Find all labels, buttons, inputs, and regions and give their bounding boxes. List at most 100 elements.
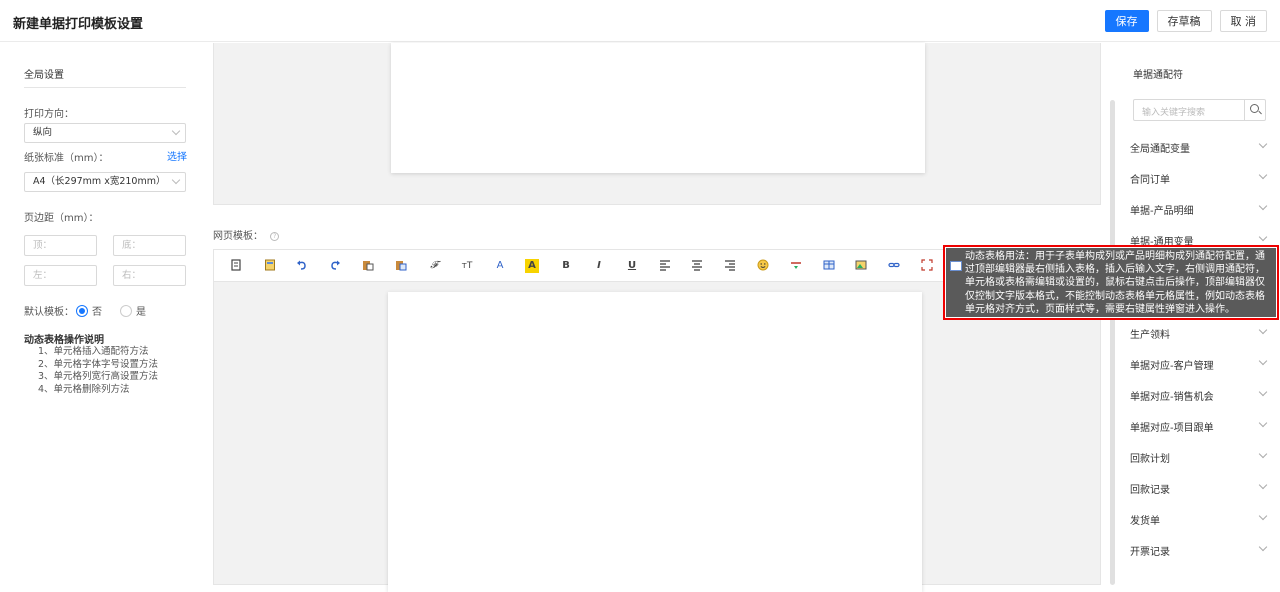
margin-bottom-input[interactable]: 底： bbox=[113, 235, 186, 256]
paper-value: A4（长297mm x宽210mm） bbox=[33, 176, 166, 187]
wildcard-group[interactable]: 单据对应-项目跟单 bbox=[1130, 417, 1268, 435]
search-icon bbox=[1250, 104, 1259, 113]
chevron-down-icon bbox=[1258, 542, 1268, 552]
highlight-color-icon[interactable]: A bbox=[525, 259, 539, 273]
help-item[interactable]: 1、单元格插入通配符方法 bbox=[38, 346, 158, 359]
vertical-scrollbar[interactable] bbox=[1110, 100, 1115, 585]
divider bbox=[24, 87, 186, 88]
margin-top-input[interactable]: 顶： bbox=[24, 235, 97, 256]
header-bar: 新建单据打印模板设置 保存 存草稿 取 消 bbox=[0, 0, 1280, 42]
underline-icon[interactable]: U bbox=[625, 259, 639, 273]
save-draft-button[interactable]: 存草稿 bbox=[1156, 10, 1212, 32]
paper-select[interactable]: A4（长297mm x宽210mm） bbox=[24, 172, 186, 192]
chevron-down-icon bbox=[1258, 449, 1268, 459]
chevron-down-icon bbox=[171, 175, 181, 185]
wildcard-group-label: 单据对应-销售机会 bbox=[1130, 392, 1214, 403]
redo-icon[interactable] bbox=[328, 259, 342, 273]
help-list: 1、单元格插入通配符方法 2、单元格字体字号设置方法 3、单元格列宽行高设置方法… bbox=[38, 346, 158, 396]
wildcard-group-label: 发货单 bbox=[1130, 516, 1160, 527]
editor-area[interactable] bbox=[213, 282, 1101, 592]
link-icon[interactable] bbox=[887, 259, 901, 273]
italic-icon[interactable]: I bbox=[592, 259, 606, 273]
source-icon[interactable] bbox=[229, 259, 243, 273]
wildcard-group[interactable]: 发货单 bbox=[1130, 510, 1268, 528]
chevron-down-icon bbox=[1258, 232, 1268, 242]
radio-no[interactable] bbox=[76, 304, 88, 317]
search-input[interactable]: 输入关键字搜索 bbox=[1142, 105, 1205, 118]
radio-yes[interactable] bbox=[120, 304, 132, 317]
preview-area bbox=[213, 43, 1101, 205]
wildcard-group[interactable]: 合同订单 bbox=[1130, 169, 1268, 187]
wildcard-group[interactable]: 回款计划 bbox=[1130, 448, 1268, 466]
insert-table-icon[interactable] bbox=[950, 261, 962, 271]
bold-icon[interactable]: B bbox=[559, 259, 573, 273]
horizontal-line-icon[interactable] bbox=[789, 259, 803, 273]
margin-left-input[interactable]: 左： bbox=[24, 265, 97, 286]
paste-icon[interactable] bbox=[361, 259, 375, 273]
margin-right-input[interactable]: 右： bbox=[113, 265, 186, 286]
default-template-row: 默认模板： 否 是 bbox=[24, 303, 146, 318]
section-title: 全局设置 bbox=[24, 70, 64, 81]
help-title: 动态表格操作说明 bbox=[24, 335, 104, 346]
wildcards-title: 单据通配符 bbox=[1133, 70, 1183, 81]
dynamic-table-tooltip: 动态表格用法：用于子表单构成列或产品明细构成列通配符配置，通过顶部编辑器最右侧插… bbox=[943, 245, 1279, 320]
chevron-down-icon bbox=[1258, 356, 1268, 366]
undo-icon[interactable] bbox=[295, 259, 309, 273]
wildcard-group[interactable]: 单据对应-销售机会 bbox=[1130, 386, 1268, 404]
align-right-icon[interactable] bbox=[723, 259, 737, 273]
help-item[interactable]: 4、单元格删除列方法 bbox=[38, 384, 158, 397]
chevron-down-icon bbox=[1258, 201, 1268, 211]
paper-select-link[interactable]: 选择 bbox=[167, 148, 187, 163]
chevron-down-icon bbox=[1258, 139, 1268, 149]
default-template-label: 默认模板： bbox=[24, 307, 74, 318]
wildcard-group-label: 合同订单 bbox=[1130, 175, 1170, 186]
wildcard-group-label: 全局通配变量 bbox=[1130, 144, 1190, 155]
preview-paper bbox=[391, 43, 925, 173]
align-center-icon[interactable] bbox=[690, 259, 704, 273]
wildcard-group[interactable]: 全局通配变量 bbox=[1130, 138, 1268, 156]
wildcard-group-label: 单据对应-客户管理 bbox=[1130, 361, 1214, 372]
chevron-down-icon bbox=[1258, 511, 1268, 521]
save-button[interactable]: 保存 bbox=[1104, 10, 1149, 32]
page-title: 新建单据打印模板设置 bbox=[13, 17, 144, 32]
wildcard-group[interactable]: 生产领料 bbox=[1130, 324, 1268, 342]
align-left-icon[interactable] bbox=[658, 259, 672, 273]
paper-label: 纸张标准（mm）： bbox=[24, 153, 109, 164]
chevron-down-icon bbox=[1258, 170, 1268, 180]
wildcard-group[interactable]: 开票记录 bbox=[1130, 541, 1268, 559]
template-icon[interactable] bbox=[263, 259, 277, 273]
wildcard-group[interactable]: 单据-产品明细 bbox=[1130, 200, 1268, 218]
fullscreen-icon[interactable] bbox=[920, 259, 934, 273]
help-item[interactable]: 3、单元格列宽行高设置方法 bbox=[38, 371, 158, 384]
chevron-down-icon bbox=[1258, 325, 1268, 335]
chevron-down-icon bbox=[1258, 387, 1268, 397]
orientation-value: 纵向 bbox=[33, 127, 53, 138]
tooltip-body: 动态表格用法：用于子表单构成列或产品明细构成列通配符配置，通过顶部编辑器最右侧插… bbox=[946, 248, 1276, 317]
wildcard-group-label: 开票记录 bbox=[1130, 547, 1170, 558]
wildcard-group[interactable]: 回款记录 bbox=[1130, 479, 1268, 497]
orientation-label: 打印方向： bbox=[24, 109, 74, 120]
web-template-label-text: 网页模板： bbox=[213, 231, 263, 242]
image-icon[interactable] bbox=[854, 259, 868, 273]
cancel-button[interactable]: 取 消 bbox=[1219, 10, 1267, 32]
orientation-select[interactable]: 纵向 bbox=[24, 123, 186, 143]
wildcard-group-label: 单据对应-项目跟单 bbox=[1130, 423, 1214, 434]
margin-label: 页边距（mm）： bbox=[24, 213, 99, 224]
wildcard-search[interactable]: 输入关键字搜索 bbox=[1133, 99, 1266, 121]
search-button[interactable] bbox=[1244, 100, 1265, 120]
help-icon[interactable]: ? bbox=[270, 231, 280, 241]
emoji-icon[interactable] bbox=[756, 259, 770, 273]
radio-no-label: 否 bbox=[92, 307, 102, 318]
font-family-icon[interactable]: 𝓕 bbox=[427, 259, 441, 273]
paste-text-icon[interactable] bbox=[394, 259, 408, 273]
chevron-down-icon bbox=[171, 126, 181, 136]
editor-paper[interactable] bbox=[388, 292, 922, 592]
wildcard-group-label: 单据-产品明细 bbox=[1130, 206, 1194, 217]
font-color-icon[interactable]: A bbox=[493, 259, 507, 273]
chevron-down-icon bbox=[1258, 480, 1268, 490]
font-size-icon[interactable]: тT bbox=[458, 259, 476, 273]
wildcard-group[interactable]: 单据对应-客户管理 bbox=[1130, 355, 1268, 373]
wildcard-group-label: 生产领料 bbox=[1130, 330, 1170, 341]
table-icon[interactable] bbox=[822, 259, 836, 273]
help-item[interactable]: 2、单元格字体字号设置方法 bbox=[38, 359, 158, 372]
